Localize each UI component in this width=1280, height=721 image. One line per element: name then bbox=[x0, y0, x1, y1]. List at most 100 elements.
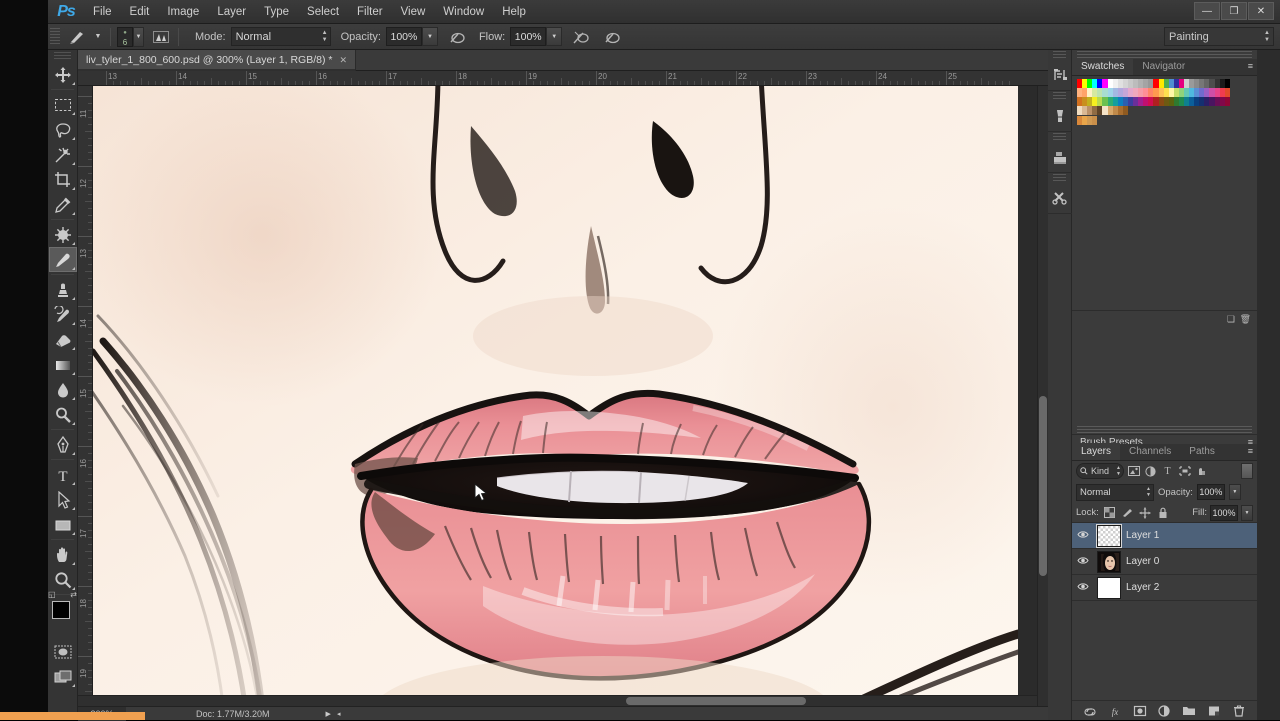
eraser-tool[interactable] bbox=[49, 327, 77, 352]
flow-field[interactable]: 100% bbox=[510, 27, 546, 46]
pixel-filter-icon[interactable] bbox=[1126, 463, 1141, 479]
eyedropper-tool[interactable] bbox=[49, 192, 77, 217]
menu-image[interactable]: Image bbox=[158, 0, 208, 24]
restore-button[interactable]: ❐ bbox=[1221, 2, 1247, 20]
menu-view[interactable]: View bbox=[392, 0, 435, 24]
quick-mask-mode-button[interactable] bbox=[49, 639, 77, 664]
layer-filter-kind-select[interactable]: Kind ▲▼ bbox=[1076, 463, 1124, 479]
canvas-viewport[interactable] bbox=[93, 86, 1037, 706]
close-icon[interactable]: ✕ bbox=[339, 50, 347, 71]
tab-channels[interactable]: Channels bbox=[1120, 443, 1180, 460]
lock-image-pixels-icon[interactable] bbox=[1120, 505, 1135, 521]
default-colors-icon[interactable]: ◱ bbox=[48, 590, 56, 599]
move-tool[interactable] bbox=[49, 62, 77, 87]
options-bar-grip[interactable] bbox=[50, 28, 60, 46]
layer-visibility-icon[interactable] bbox=[1074, 582, 1092, 593]
close-button[interactable]: ✕ bbox=[1248, 2, 1274, 20]
menu-file[interactable]: File bbox=[84, 0, 121, 24]
foreground-color-swatch[interactable] bbox=[52, 601, 70, 619]
adjustment-filter-icon[interactable] bbox=[1143, 463, 1158, 479]
menu-layer[interactable]: Layer bbox=[208, 0, 255, 24]
rectangle-tool[interactable] bbox=[49, 512, 77, 537]
pen-tool[interactable] bbox=[49, 432, 77, 457]
layers-panel-menu-icon[interactable]: ≡ bbox=[1248, 447, 1253, 456]
dock-grip[interactable] bbox=[1053, 92, 1066, 99]
vertical-scroll-thumb[interactable] bbox=[1039, 396, 1047, 576]
menu-help[interactable]: Help bbox=[493, 0, 535, 24]
swap-colors-icon[interactable]: ⇄ bbox=[70, 590, 77, 599]
lock-position-icon[interactable] bbox=[1138, 505, 1153, 521]
brush-tool[interactable] bbox=[49, 247, 77, 272]
tablet-pressure-size-icon[interactable] bbox=[600, 26, 624, 48]
tool-presets-panel-icon[interactable] bbox=[1048, 182, 1072, 214]
filter-enable-toggle[interactable] bbox=[1241, 463, 1253, 479]
layer-thumbnail[interactable] bbox=[1097, 551, 1121, 573]
clone-stamp-tool[interactable] bbox=[49, 277, 77, 302]
adjustment-layer-icon[interactable] bbox=[1155, 702, 1173, 720]
status-menu-icon[interactable]: ▶ bbox=[326, 710, 331, 718]
brush-panel-toggle-icon[interactable] bbox=[150, 27, 172, 47]
menu-edit[interactable]: Edit bbox=[121, 0, 159, 24]
layer-opacity-field[interactable]: 100% bbox=[1197, 484, 1225, 500]
screen-mode-button[interactable] bbox=[49, 664, 77, 689]
color-swatch[interactable] bbox=[1225, 88, 1230, 97]
type-filter-icon[interactable]: T bbox=[1160, 463, 1175, 479]
vertical-ruler[interactable]: 111213141516171819 bbox=[78, 86, 93, 720]
color-swatch[interactable] bbox=[1225, 97, 1230, 106]
path-selection-tool[interactable] bbox=[49, 487, 77, 512]
quick-selection-tool[interactable] bbox=[49, 142, 77, 167]
shape-filter-icon[interactable] bbox=[1177, 463, 1192, 479]
link-layers-icon[interactable] bbox=[1081, 702, 1099, 720]
lock-all-icon[interactable] bbox=[1156, 505, 1171, 521]
tablet-pressure-opacity-icon[interactable] bbox=[445, 26, 469, 48]
layer-visibility-icon[interactable] bbox=[1074, 530, 1092, 541]
horizontal-ruler[interactable]: 13141516171819202122232425 bbox=[78, 71, 1048, 86]
history-panel-icon[interactable] bbox=[1048, 59, 1072, 91]
opacity-field[interactable]: 100% bbox=[386, 27, 422, 46]
clone-source-panel-icon[interactable] bbox=[1048, 141, 1072, 173]
menu-filter[interactable]: Filter bbox=[348, 0, 392, 24]
spot-healing-tool[interactable] bbox=[49, 222, 77, 247]
new-swatch-icon[interactable]: ❏ bbox=[1227, 314, 1235, 325]
airbrush-icon[interactable] bbox=[569, 26, 593, 48]
layer-fill-field[interactable]: 100% bbox=[1210, 505, 1238, 521]
horizontal-scroll-thumb[interactable] bbox=[626, 697, 806, 705]
canvas-vertical-scrollbar[interactable] bbox=[1037, 86, 1048, 706]
blend-mode-select[interactable]: Normal ▲▼ bbox=[231, 27, 331, 46]
color-swatch[interactable] bbox=[1092, 116, 1097, 125]
hand-tool[interactable] bbox=[49, 542, 77, 567]
gradient-tool[interactable] bbox=[49, 352, 77, 377]
delete-layer-icon[interactable] bbox=[1230, 702, 1248, 720]
dock-grip[interactable] bbox=[1053, 133, 1066, 140]
menu-bar[interactable]: FileEditImageLayerTypeSelectFilterViewWi… bbox=[84, 0, 535, 24]
color-swatch[interactable] bbox=[1225, 79, 1230, 88]
menu-type[interactable]: Type bbox=[255, 0, 298, 24]
brush-preview-icon[interactable] bbox=[64, 27, 92, 47]
dock-grip[interactable] bbox=[1053, 51, 1066, 58]
color-swatch[interactable] bbox=[1123, 106, 1128, 115]
new-layer-icon[interactable] bbox=[1205, 702, 1223, 720]
swatches-grid[interactable] bbox=[1072, 76, 1257, 115]
crop-tool[interactable] bbox=[49, 167, 77, 192]
swatches-panel-menu-icon[interactable]: ≡ bbox=[1248, 62, 1253, 71]
blur-tool[interactable] bbox=[49, 377, 77, 402]
type-tool[interactable]: T bbox=[49, 462, 77, 487]
brush-size-spinner[interactable]: ▼ bbox=[133, 27, 144, 47]
layer-visibility-icon[interactable] bbox=[1074, 556, 1092, 567]
tab-swatches[interactable]: Swatches bbox=[1072, 58, 1133, 75]
minimize-button[interactable]: — bbox=[1194, 2, 1220, 20]
layer-thumbnail[interactable] bbox=[1097, 577, 1121, 599]
menu-window[interactable]: Window bbox=[434, 0, 493, 24]
dock-grip[interactable] bbox=[1053, 174, 1066, 181]
layer-style-icon[interactable]: fx bbox=[1106, 702, 1124, 720]
swatches-extra-row[interactable] bbox=[1072, 115, 1257, 125]
canvas-horizontal-scrollbar[interactable] bbox=[78, 695, 1037, 706]
brush-size-field[interactable]: ● 6 bbox=[117, 27, 133, 47]
layer-row[interactable]: Layer 0 bbox=[1072, 549, 1257, 575]
zoom-tool[interactable] bbox=[49, 567, 77, 592]
tab-navigator[interactable]: Navigator bbox=[1133, 58, 1194, 75]
workspace-select[interactable]: Painting ▲▼ bbox=[1164, 27, 1274, 46]
layer-fill-dropdown-icon[interactable]: ▼ bbox=[1241, 505, 1253, 521]
tab-layers[interactable]: Layers bbox=[1072, 443, 1120, 460]
toolbox-grip[interactable] bbox=[54, 52, 71, 60]
